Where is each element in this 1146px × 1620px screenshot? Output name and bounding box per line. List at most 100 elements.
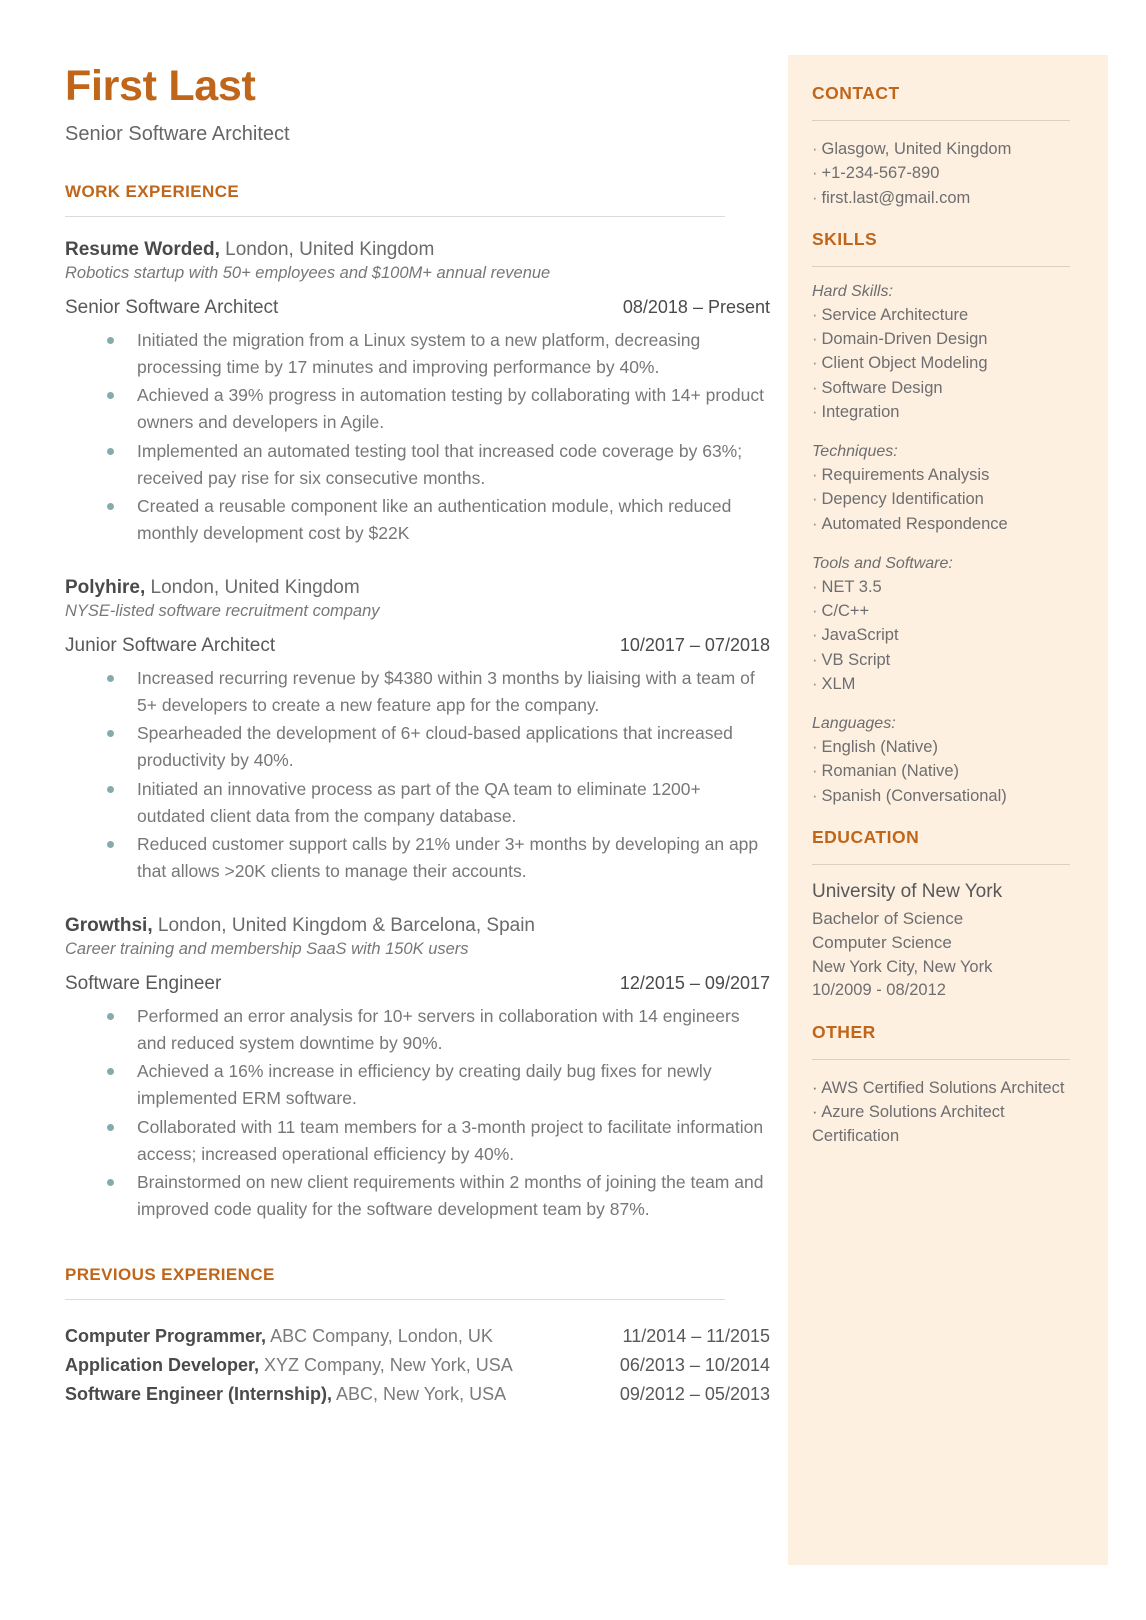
bullet-dot: · xyxy=(812,602,818,620)
job-company-line: Resume Worded, London, United Kingdom xyxy=(65,239,770,261)
bullet-dot: · xyxy=(812,466,818,484)
main-column: First Last Senior Software Architect WOR… xyxy=(65,62,770,1408)
job-company: Polyhire, xyxy=(65,577,146,598)
job-bullet: Achieved a 16% increase in efficiency by… xyxy=(65,1058,770,1112)
skill-group-label: Tools and Software: xyxy=(812,554,953,572)
skill-group-languages: Languages: · English (Native) · Romanian (… xyxy=(812,715,1078,808)
skill-item: · Service Architecture xyxy=(812,303,1078,327)
job-role-row: Software Engineer 12/2015 – 09/2017 xyxy=(65,973,770,995)
skill-label: Software Design xyxy=(821,378,943,397)
resume-page: CONTACT · Glasgow, United Kingdom · +1-234… xyxy=(0,0,1146,1620)
skill-item: · Spanish (Conversational) xyxy=(812,784,1078,808)
contact-phone[interactable]: +1-234-567-890 xyxy=(822,164,940,182)
contact-email[interactable]: first.last@gmail.com xyxy=(822,189,971,207)
job-role-row: Senior Software Architect 08/2018 – Pres… xyxy=(65,297,770,319)
page-title: First Last xyxy=(65,62,256,110)
job-dates: 08/2018 – Present xyxy=(622,297,770,317)
skill-label: Client Object Modeling xyxy=(821,354,988,373)
education-location: New York City, New York xyxy=(812,958,993,977)
job-bullet: Performed an error analysis for 10+ serv… xyxy=(65,1003,770,1057)
skill-group-techniques: Techniques: · Requirements Analysis · Depe… xyxy=(812,443,1078,536)
skill-item: · Domain-Driven Design xyxy=(812,327,1078,351)
bullet-dot: · xyxy=(812,140,818,158)
bullet-dot: · xyxy=(812,738,818,756)
previous-detail: XYZ Company, New York, USA xyxy=(259,1354,513,1375)
sidebar-panel: CONTACT · Glasgow, United Kingdom · +1-234… xyxy=(788,55,1108,1565)
bullet-dot: · xyxy=(812,786,818,805)
divider xyxy=(65,1299,725,1300)
skill-label: JavaScript xyxy=(821,626,899,645)
job-tagline: NYSE-listed software recruitment company xyxy=(65,602,380,620)
previous-role-line: Computer Programmer, ABC Company, London… xyxy=(65,1322,493,1351)
previous-role: Computer Programmer, xyxy=(65,1326,267,1346)
sidebar-heading-skills: SKILLS xyxy=(812,228,878,249)
other-label: Azure Solutions Architect Certification xyxy=(812,1103,1005,1146)
job-entry: Polyhire, London, United Kingdom NYSE-li… xyxy=(65,577,770,885)
previous-role: Software Engineer (Internship), xyxy=(65,1383,333,1404)
education-dates: 10/2009 - 08/2012 xyxy=(812,981,946,1000)
bullet-dot: · xyxy=(812,1103,818,1122)
bullet-dot: · xyxy=(812,354,818,373)
education-school: University of New York xyxy=(812,880,1003,902)
section-heading-work-experience: WORK EXPERIENCE xyxy=(65,182,240,201)
job-dates: 12/2015 – 09/2017 xyxy=(619,973,770,993)
skill-item: · JavaScript xyxy=(812,623,1078,647)
bullet-dot: · xyxy=(812,490,818,509)
job-bullet: Achieved a 39% progress in automation te… xyxy=(65,382,770,436)
job-location: London, United Kingdom xyxy=(219,239,435,260)
skill-item: · Romanian (Native) xyxy=(812,759,1078,783)
skill-label: Domain-Driven Design xyxy=(821,330,988,348)
previous-experience-list: Computer Programmer, ABC Company, London… xyxy=(65,1322,770,1408)
sidebar-heading-education: EDUCATION xyxy=(812,826,920,847)
bullet-dot: · xyxy=(812,188,818,207)
job-tagline: Robotics startup with 50+ employees and … xyxy=(65,264,551,282)
divider xyxy=(812,265,1070,267)
job-entry: Growthsi, London, United Kingdom & Barce… xyxy=(65,915,770,1223)
job-bullet: Increased recurring revenue by $4380 wit… xyxy=(65,665,770,719)
job-bullet: Initiated an innovative process as part … xyxy=(65,776,770,830)
job-company-line: Growthsi, London, United Kingdom & Barce… xyxy=(65,915,770,937)
divider xyxy=(812,863,1070,865)
skill-item: · NET 3.5 xyxy=(812,575,1078,599)
bullet-dot: · xyxy=(812,577,818,596)
divider xyxy=(65,216,725,217)
job-role: Software Engineer xyxy=(65,973,222,994)
skill-item: · C/C++ xyxy=(812,599,1078,623)
skill-item: · Software Design xyxy=(812,376,1078,400)
bullet-dot: · xyxy=(812,402,818,421)
bullet-dot: · xyxy=(812,305,818,324)
previous-dates: 09/2012 – 05/2013 xyxy=(619,1383,770,1404)
previous-experience-row: Application Developer, XYZ Company, New … xyxy=(65,1351,770,1380)
job-dates: 10/2017 – 07/2018 xyxy=(619,635,770,655)
previous-role-line: Application Developer, XYZ Company, New … xyxy=(65,1351,513,1380)
previous-role: Application Developer, xyxy=(65,1354,260,1375)
contact-list: · Glasgow, United Kingdom · +1-234-567-890… xyxy=(812,137,1078,210)
education-major: Computer Science xyxy=(812,933,952,953)
bullet-dot: · xyxy=(812,626,818,645)
bullet-dot: · xyxy=(812,164,818,183)
skill-label: Spanish (Conversational) xyxy=(821,786,1007,805)
skill-label: Integration xyxy=(821,402,900,421)
job-location: London, United Kingdom xyxy=(145,577,360,598)
skill-group-label: Techniques: xyxy=(812,443,898,460)
previous-role-line: Software Engineer (Internship), ABC, New… xyxy=(65,1380,506,1409)
job-bullet: Collaborated with 11 team members for a … xyxy=(65,1114,770,1168)
job-bullet: Spearheaded the development of 6+ cloud-… xyxy=(65,720,770,774)
other-list: · AWS Certified Solutions Architect · Az… xyxy=(812,1076,1078,1149)
contact-item: · Glasgow, United Kingdom xyxy=(812,137,1078,161)
bullet-dot: · xyxy=(812,378,818,397)
bullet-dot: · xyxy=(812,514,818,533)
skill-label: English (Native) xyxy=(821,738,938,756)
job-company: Resume Worded, xyxy=(65,239,220,260)
job-bullet: Implemented an automated testing tool th… xyxy=(65,438,770,492)
job-bullet: Reduced customer support calls by 21% un… xyxy=(65,831,770,885)
skill-label: Romanian (Native) xyxy=(821,762,960,781)
other-item: · Azure Solutions Architect Certificatio… xyxy=(812,1100,1078,1149)
skill-item: · Client Object Modeling xyxy=(812,351,1078,375)
job-bullet-list: Initiated the migration from a Linux sys… xyxy=(65,327,770,547)
skill-item: · XLM xyxy=(812,672,1078,696)
job-title-subtitle: Senior Software Architect xyxy=(65,123,290,145)
bullet-dot: · xyxy=(812,330,818,348)
previous-detail: ABC Company, London, UK xyxy=(266,1326,493,1346)
skill-item: · VB Script xyxy=(812,648,1078,672)
